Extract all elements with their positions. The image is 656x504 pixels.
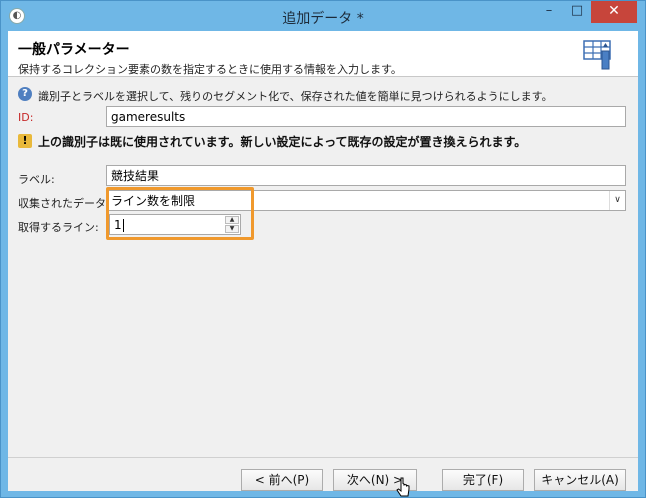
info-text: 識別子とラベルを選択して、残りのセグメント化で、保存された値を簡単に見つけられる… xyxy=(38,90,553,103)
chevron-down-icon[interactable]: ∨ xyxy=(609,191,625,210)
finish-button[interactable]: 完了(F) xyxy=(442,469,524,491)
page-title: 一般パラメーター xyxy=(18,42,130,58)
wizard-window: ◐ 追加データ * – □ ✕ 一般パラメーター 保持するコレクション要素の数を… xyxy=(0,0,646,498)
warning-icon: ! xyxy=(18,134,32,148)
lines-label: 取得するライン: xyxy=(18,221,99,234)
highlight-box xyxy=(106,187,254,240)
id-label: ID: xyxy=(18,111,34,124)
minimize-button[interactable]: – xyxy=(535,1,563,23)
wizard-header: 一般パラメーター 保持するコレクション要素の数を指定するときに使用する情報を入力… xyxy=(8,31,638,77)
title-bar[interactable]: ◐ 追加データ * – □ ✕ xyxy=(1,1,645,31)
mouse-cursor-icon xyxy=(396,477,410,497)
id-input[interactable]: gameresults xyxy=(106,106,626,127)
close-button[interactable]: ✕ xyxy=(591,1,637,23)
prev-button[interactable]: < 前へ(P) xyxy=(241,469,323,491)
wizard-body: 一般パラメーター 保持するコレクション要素の数を指定するときに使用する情報を入力… xyxy=(8,31,638,491)
footer-divider xyxy=(8,457,638,458)
maximize-button[interactable]: □ xyxy=(563,1,591,23)
page-subtitle: 保持するコレクション要素の数を指定するときに使用する情報を入力します。 xyxy=(18,63,402,76)
warning-text: 上の識別子は既に使用されています。新しい設定によって既存の設定が置き換えられます… xyxy=(38,135,527,149)
label-input[interactable]: 競技結果 xyxy=(106,165,626,186)
help-icon: ? xyxy=(18,87,32,101)
table-settings-icon xyxy=(583,40,611,70)
cancel-button[interactable]: キャンセル(A) xyxy=(534,469,626,491)
collected-data-label: 収集されたデータ: xyxy=(18,197,110,210)
label-label: ラベル: xyxy=(18,173,55,186)
